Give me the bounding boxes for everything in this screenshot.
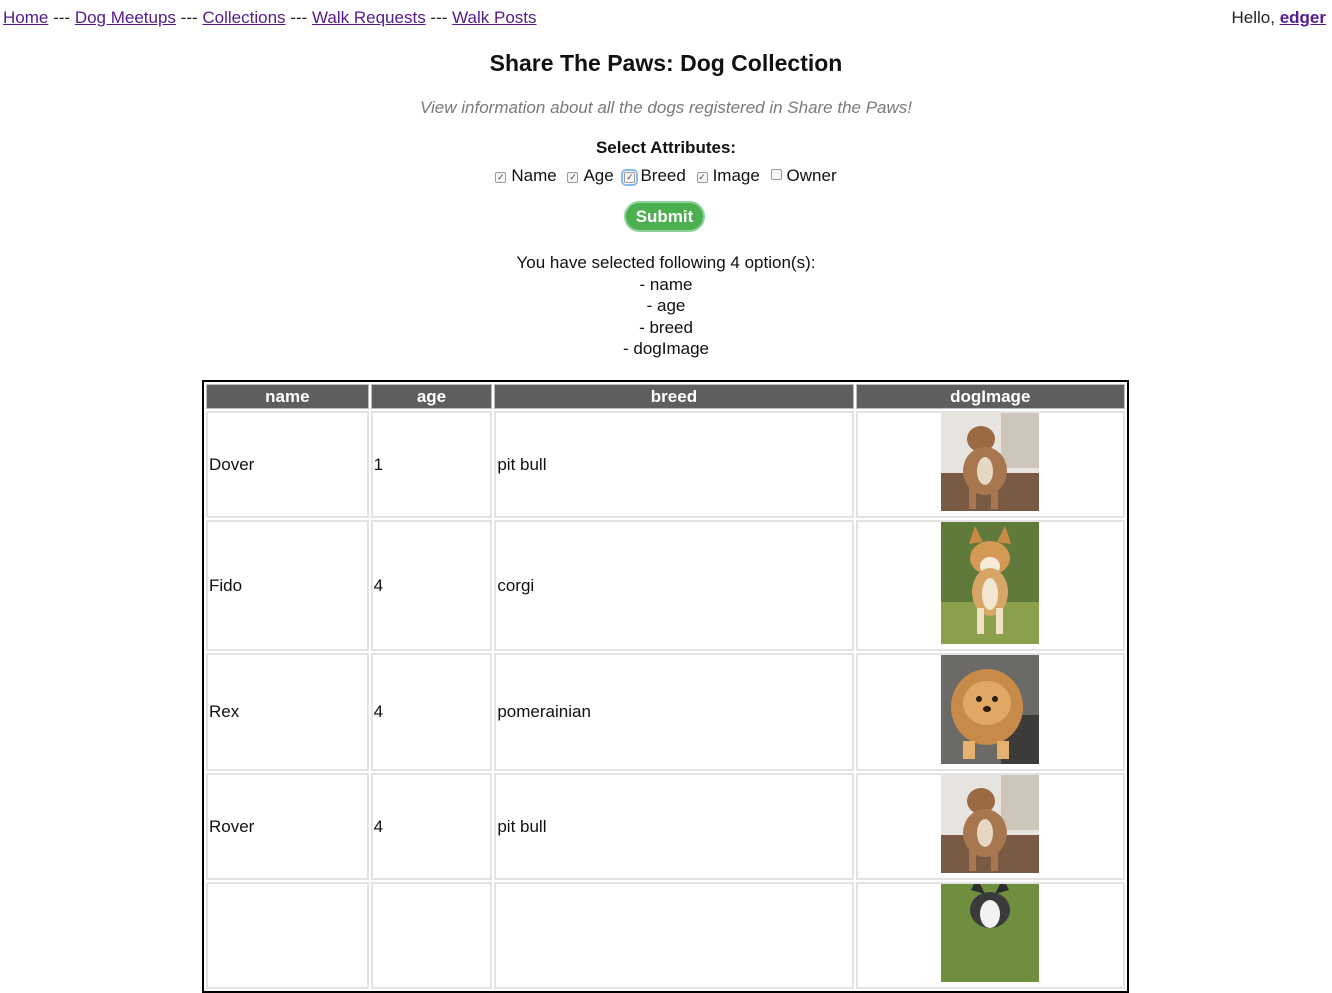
selected-option: - breed <box>639 317 693 337</box>
page-title: Share The Paws: Dog Collection <box>489 50 843 76</box>
pit-bull-photo <box>941 413 1040 516</box>
cell-name: Dover <box>206 411 369 518</box>
user-greeting: Hello, edger <box>1232 8 1327 28</box>
nav-link-walk-requests[interactable]: Walk Requests <box>312 8 426 27</box>
nav-separator: --- <box>180 8 198 27</box>
attribute-option-owner[interactable]: Owner <box>770 166 837 185</box>
dog-collection-table: name age breed dogImage Dover 1 pit bull <box>202 380 1129 993</box>
nav-separator: --- <box>53 8 71 27</box>
cell-dog-image <box>855 411 1125 518</box>
attribute-label: Image <box>712 166 760 185</box>
column-header-dogimage: dogImage <box>855 384 1125 409</box>
cell-age <box>370 882 493 989</box>
selected-option: - dogImage <box>623 339 709 358</box>
cell-name <box>206 882 369 989</box>
attribute-label: Breed <box>640 166 686 185</box>
pit-bull-photo <box>941 775 1040 878</box>
nav-link-collections[interactable]: Collections <box>202 8 285 27</box>
attribute-checkboxes: ✓ Name ✓ Age ✓ Breed ✓ Image Owner <box>0 166 1332 186</box>
cell-dog-image <box>855 520 1125 651</box>
nav-link-home[interactable]: Home <box>3 8 48 27</box>
selected-option: - age <box>646 296 686 315</box>
cell-age: 4 <box>370 773 493 880</box>
cell-dog-image <box>855 882 1125 989</box>
attributes-heading: Select Attributes: <box>595 138 737 157</box>
attribute-label: Age <box>583 166 614 185</box>
submit-button[interactable]: Submit <box>624 201 705 232</box>
column-header-age: age <box>370 384 493 409</box>
cell-dog-image <box>855 653 1125 771</box>
table-row: Dover 1 pit bull <box>206 411 1125 518</box>
cell-age: 4 <box>370 653 493 771</box>
column-header-breed: breed <box>494 384 854 409</box>
nav-link-dog-meetups[interactable]: Dog Meetups <box>75 8 176 27</box>
attribute-option-age[interactable]: ✓ Age <box>567 166 614 185</box>
husky-photo <box>941 884 1040 987</box>
cell-breed <box>494 882 854 989</box>
cell-name: Fido <box>206 520 369 651</box>
table-row: Rex 4 pomerainian <box>206 653 1125 771</box>
table-row: Rover 4 pit bull <box>206 773 1125 880</box>
cell-dog-image <box>855 773 1125 880</box>
checkbox-image[interactable]: ✓ <box>696 172 708 183</box>
greeting-text: Hello, <box>1231 8 1275 27</box>
cell-breed: pomerainian <box>494 653 854 771</box>
selected-option: - name <box>639 274 693 294</box>
table-row <box>206 882 1125 989</box>
nav-separator: --- <box>430 8 448 27</box>
cell-age: 1 <box>370 411 493 518</box>
attribute-label: Name <box>511 166 557 185</box>
table-row: Fido 4 corgi <box>206 520 1125 651</box>
attribute-label: Owner <box>786 166 837 185</box>
attribute-option-name[interactable]: ✓ Name <box>495 166 557 185</box>
nav-link-walk-posts[interactable]: Walk Posts <box>452 8 536 27</box>
cell-breed: pit bull <box>494 411 854 518</box>
attribute-option-breed[interactable]: ✓ Breed <box>621 166 686 186</box>
cell-name: Rex <box>206 653 369 771</box>
checkbox-age[interactable]: ✓ <box>567 172 579 183</box>
username-link[interactable]: edger <box>1280 8 1326 27</box>
cell-breed: corgi <box>494 520 854 651</box>
selection-summary-text: You have selected following 4 option(s): <box>516 253 816 272</box>
checkbox-name[interactable]: ✓ <box>495 172 507 183</box>
column-header-name: name <box>206 384 369 409</box>
cell-breed: pit bull <box>494 773 854 880</box>
cell-age: 4 <box>370 520 493 651</box>
page-subtitle: View information about all the dogs regi… <box>419 98 913 117</box>
table-header-row: name age breed dogImage <box>206 384 1125 409</box>
corgi-photo <box>941 522 1040 649</box>
checkbox-breed[interactable]: ✓ <box>621 169 639 186</box>
top-navigation: Home --- Dog Meetups --- Collections ---… <box>3 8 537 28</box>
selection-summary: You have selected following 4 option(s):… <box>0 252 1332 360</box>
checkbox-owner[interactable] <box>770 169 782 180</box>
cell-name: Rover <box>206 773 369 880</box>
nav-separator: --- <box>290 8 308 27</box>
attribute-option-image[interactable]: ✓ Image <box>696 166 760 185</box>
pomeranian-photo <box>941 655 1040 769</box>
